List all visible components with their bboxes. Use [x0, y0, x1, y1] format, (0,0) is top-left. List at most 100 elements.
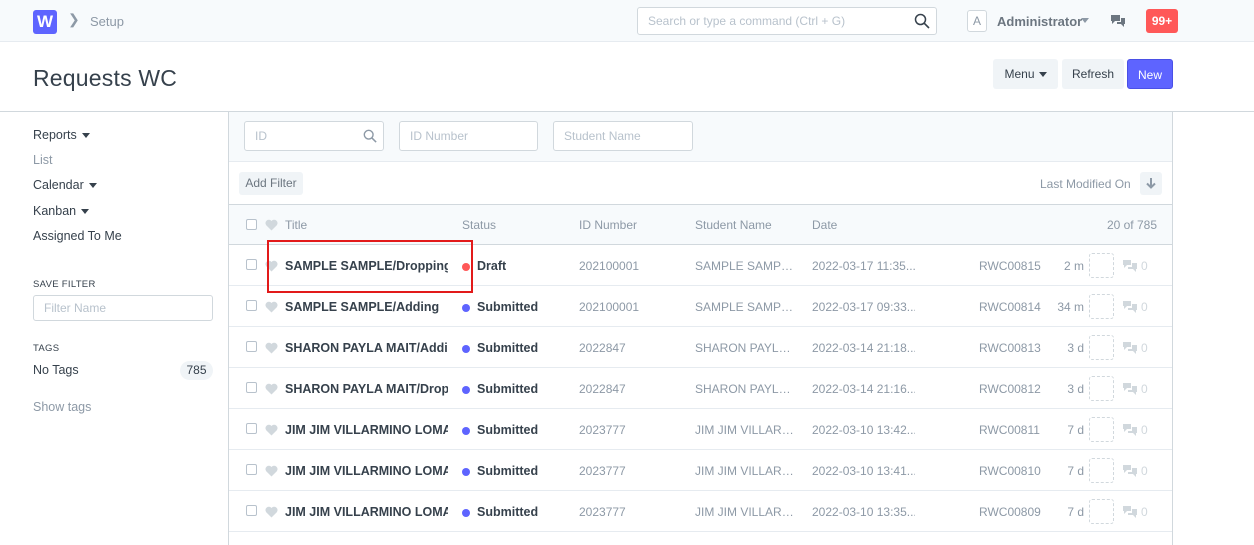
row-checkbox[interactable] [246, 341, 257, 352]
caret-down-icon[interactable] [1081, 18, 1089, 23]
sidebar-item-list[interactable]: List [33, 153, 52, 167]
row-title[interactable]: JIM JIM VILLARMINO LOMA/ [285, 423, 448, 437]
id-number-filter-input[interactable] [400, 122, 537, 150]
filter-name-input[interactable] [34, 296, 212, 320]
heart-icon[interactable] [265, 301, 278, 313]
caret-down-icon [81, 133, 90, 139]
row-doc-name: RWC00810 [979, 464, 1041, 478]
awesome-bar[interactable] [637, 7, 937, 35]
tag-count-badge: 785 [180, 361, 213, 380]
row-doc-name: RWC00813 [979, 341, 1041, 355]
row-title[interactable]: JIM JIM VILLARMINO LOMA/ [285, 505, 448, 519]
col-title: Title [285, 218, 308, 232]
menu-button[interactable]: Menu [993, 59, 1058, 89]
list-view: Add Filter Last Modified On Title Status… [228, 112, 1173, 545]
menu-label: Menu [1004, 67, 1035, 81]
assign-avatar[interactable] [1089, 376, 1114, 401]
row-checkbox[interactable] [246, 464, 257, 475]
student-name-filter[interactable] [553, 121, 693, 151]
status-badge: Submitted [477, 423, 539, 437]
search-input[interactable] [638, 8, 898, 34]
assign-avatar[interactable] [1089, 294, 1114, 319]
row-checkbox[interactable] [246, 382, 257, 393]
table-row[interactable]: JIM JIM VILLARMINO LOMA/ Submitted 20237… [229, 409, 1172, 450]
sidebar-item-assigned-to-me[interactable]: Assigned To Me [33, 229, 122, 243]
sort-order-button[interactable] [1140, 172, 1162, 195]
row-id-number: 202100001 [579, 300, 640, 314]
row-student-name: JIM JIM VILLARM... [695, 464, 795, 478]
row-checkbox[interactable] [246, 505, 257, 516]
user-avatar[interactable]: A [967, 10, 987, 32]
id-filter[interactable] [244, 121, 384, 151]
refresh-button[interactable]: Refresh [1062, 59, 1124, 89]
row-student-name: JIM JIM VILLARM... [695, 505, 795, 519]
row-title[interactable]: JIM JIM VILLARMINO LOMA/ [285, 464, 448, 478]
row-doc-name: RWC00811 [979, 423, 1040, 437]
row-id-number: 2023777 [579, 505, 626, 519]
heart-icon[interactable] [265, 383, 278, 395]
breadcrumb-setup[interactable]: Setup [90, 14, 124, 29]
assign-avatar[interactable] [1089, 499, 1114, 524]
user-menu[interactable]: Administrator [997, 14, 1082, 29]
row-id-number: 202100001 [579, 259, 640, 273]
student-name-filter-input[interactable] [554, 122, 692, 150]
comment-count: 0 [1141, 505, 1148, 519]
arrow-down-icon [1146, 178, 1156, 189]
row-id-number: 2023777 [579, 423, 626, 437]
assign-avatar[interactable] [1089, 335, 1114, 360]
status-indicator [462, 386, 470, 394]
status-indicator [462, 509, 470, 517]
select-all-checkbox[interactable] [246, 219, 257, 230]
id-number-filter[interactable] [399, 121, 538, 151]
status-indicator [462, 304, 470, 312]
heart-icon[interactable] [265, 465, 278, 477]
sidebar-item-calendar[interactable]: Calendar [33, 178, 97, 192]
assign-avatar[interactable] [1089, 253, 1114, 278]
table-row[interactable]: SHARON PAYLA MAIT/Adding Submitted 20228… [229, 327, 1172, 368]
list-count: 20 of 785 [1106, 218, 1157, 232]
assign-avatar[interactable] [1089, 417, 1114, 442]
sidebar-item-no-tags[interactable]: No Tags [33, 363, 79, 377]
row-title[interactable]: SHARON PAYLA MAIT/Adding [285, 341, 448, 355]
navbar: W ❯ Setup A Administrator 99+ [0, 0, 1254, 42]
tags-heading: TAGS [33, 343, 60, 354]
notifications-badge[interactable]: 99+ [1146, 9, 1178, 33]
heart-icon[interactable] [265, 342, 278, 354]
row-doc-name: RWC00809 [979, 505, 1041, 519]
row-checkbox[interactable] [246, 259, 257, 270]
new-button[interactable]: New [1127, 59, 1173, 89]
show-tags-link[interactable]: Show tags [33, 400, 91, 414]
row-modified: 3 d [1067, 382, 1084, 396]
row-title[interactable]: SHARON PAYLA MAIT/Dropping [285, 382, 448, 396]
comment-icon [1123, 301, 1137, 313]
table-row[interactable]: JIM JIM VILLARMINO LOMA/ Submitted 20237… [229, 450, 1172, 491]
heart-icon[interactable] [265, 424, 278, 436]
comment-icon [1123, 342, 1137, 354]
sort-by-selector[interactable]: Last Modified On [1040, 177, 1131, 191]
row-title[interactable]: SAMPLE SAMPLE/Adding [285, 300, 448, 314]
app-logo[interactable]: W [33, 10, 57, 34]
row-id-number: 2022847 [579, 341, 626, 355]
caret-down-icon [1038, 72, 1047, 78]
filter-name-field[interactable] [33, 295, 213, 321]
search-icon[interactable] [914, 13, 930, 29]
chat-icon[interactable] [1110, 13, 1126, 29]
table-row[interactable]: JIM JIM VILLARMINO LOMA/ Submitted 20237… [229, 491, 1172, 532]
table-row[interactable]: SHARON PAYLA MAIT/Dropping Submitted 202… [229, 368, 1172, 409]
sidebar-item-kanban[interactable]: Kanban [33, 204, 90, 218]
row-checkbox[interactable] [246, 300, 257, 311]
heart-icon[interactable] [265, 506, 278, 518]
row-checkbox[interactable] [246, 423, 257, 434]
sidebar-item-reports[interactable]: Reports [33, 128, 90, 142]
sort-bar: Add Filter Last Modified On [229, 162, 1172, 205]
assign-avatar[interactable] [1089, 458, 1114, 483]
heart-icon[interactable] [265, 219, 278, 231]
highlight-box [267, 240, 473, 293]
search-icon [363, 129, 377, 143]
row-modified: 7 d [1067, 505, 1084, 519]
row-student-name: SAMPLE SAMPLE [695, 300, 795, 314]
comment-count: 0 [1141, 300, 1148, 314]
add-filter-button[interactable]: Add Filter [239, 172, 303, 195]
col-date: Date [812, 218, 838, 232]
save-filter-heading: SAVE FILTER [33, 279, 96, 290]
